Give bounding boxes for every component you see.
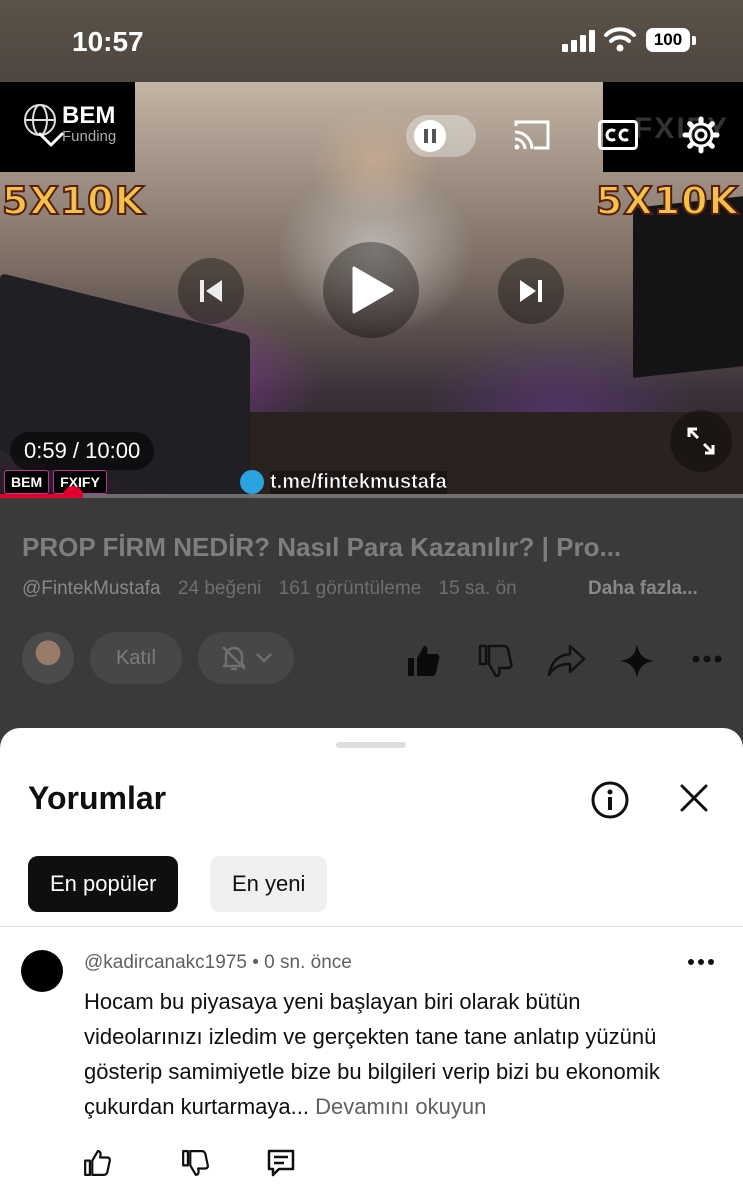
cast-button[interactable] bbox=[512, 118, 552, 152]
sponsor-name: BEM bbox=[62, 102, 116, 129]
cellular-signal-icon bbox=[562, 30, 595, 52]
telegram-overlay: t.me/fintekmustafa bbox=[240, 470, 447, 494]
sponsor-subtitle: Funding bbox=[62, 128, 117, 145]
minimize-chevron-button[interactable] bbox=[38, 132, 64, 148]
play-icon bbox=[352, 266, 394, 314]
fullscreen-button[interactable] bbox=[670, 410, 732, 472]
next-video-button[interactable] bbox=[498, 258, 564, 324]
promo-text-left: 5X10K bbox=[1, 178, 146, 224]
divider bbox=[0, 926, 743, 927]
comments-info-button[interactable] bbox=[590, 780, 630, 825]
gear-icon bbox=[682, 116, 720, 154]
info-icon bbox=[591, 781, 629, 819]
previous-video-button[interactable] bbox=[178, 258, 244, 324]
autoplay-toggle[interactable] bbox=[406, 115, 476, 157]
dislike-icon[interactable] bbox=[476, 642, 514, 680]
closed-captions-icon bbox=[598, 120, 638, 150]
time-display: 0:59 / 10:00 bbox=[10, 432, 155, 470]
background-monitor bbox=[633, 196, 743, 378]
promo-text-right: 5X10K bbox=[595, 178, 739, 224]
comment-avatar[interactable] bbox=[21, 950, 63, 992]
comment-more-icon[interactable] bbox=[688, 958, 714, 966]
play-button[interactable] bbox=[323, 242, 419, 338]
comment-meta: @kadircanakc1975 • 0 sn. önce bbox=[84, 952, 352, 974]
chevron-down-icon bbox=[256, 653, 272, 663]
telegram-icon bbox=[240, 470, 264, 494]
overlay-logo-bem: BEM bbox=[4, 470, 50, 494]
fullscreen-icon bbox=[687, 427, 715, 455]
video-meta[interactable]: @FintekMustafa 24 beğeni 161 görüntüleme… bbox=[22, 578, 698, 600]
comment-time: • 0 sn. önce bbox=[252, 952, 352, 973]
comment-like-icon[interactable] bbox=[82, 1148, 112, 1178]
close-icon bbox=[680, 784, 708, 812]
comments-sheet: Yorumlar En popüler En yeni @kadircanakc… bbox=[0, 728, 743, 1200]
chevron-down-icon bbox=[38, 132, 64, 147]
captions-button[interactable] bbox=[598, 120, 638, 150]
battery-tip bbox=[692, 36, 696, 45]
skip-previous-icon bbox=[200, 280, 222, 302]
comment-text: Hocam bu piyasaya yeni başlayan biri ola… bbox=[84, 984, 704, 1124]
channel-handle[interactable]: @FintekMustafa bbox=[22, 578, 161, 599]
video-title[interactable]: PROP FİRM NEDİR? Nasıl Para Kazanılır? |… bbox=[22, 532, 722, 563]
battery-indicator: 100 bbox=[646, 28, 690, 52]
comment-author[interactable]: @kadircanakc1975 bbox=[84, 952, 247, 973]
read-more-link[interactable]: Devamını okuyun bbox=[315, 1094, 486, 1119]
pause-icon bbox=[414, 120, 446, 152]
more-options-icon[interactable] bbox=[692, 654, 722, 664]
sort-newest-chip[interactable]: En yeni bbox=[210, 856, 328, 912]
upload-age: 15 sa. ön bbox=[438, 578, 517, 599]
join-button[interactable]: Katıl bbox=[90, 632, 182, 684]
comment-dislike-icon[interactable] bbox=[180, 1148, 210, 1178]
sparkle-icon[interactable] bbox=[618, 642, 656, 680]
channel-avatar[interactable] bbox=[22, 632, 74, 684]
reply-icon[interactable] bbox=[266, 1148, 296, 1178]
bell-off-icon bbox=[222, 646, 246, 671]
wifi-icon bbox=[604, 27, 636, 52]
share-icon[interactable] bbox=[546, 642, 586, 680]
status-bar: 10:57 100 bbox=[0, 0, 743, 82]
video-player[interactable]: BEM Funding FXIFY 5X10K 5X10K 0:59 / 10:… bbox=[0, 82, 743, 498]
sort-popular-chip[interactable]: En popüler bbox=[28, 856, 179, 912]
telegram-link-text: t.me/fintekmustafa bbox=[270, 470, 447, 494]
like-icon[interactable] bbox=[404, 642, 442, 680]
more-info-link[interactable]: Daha fazla... bbox=[588, 578, 698, 600]
comments-title: Yorumlar bbox=[28, 780, 167, 816]
overlay-logos: BEM FXIFY bbox=[4, 470, 107, 494]
view-count: 161 görüntüleme bbox=[278, 578, 422, 599]
notifications-button[interactable] bbox=[198, 632, 294, 684]
settings-button[interactable] bbox=[682, 116, 720, 154]
video-info: PROP FİRM NEDİR? Nasıl Para Kazanılır? |… bbox=[0, 498, 743, 738]
progress-scrubber[interactable] bbox=[62, 486, 83, 498]
close-comments-button[interactable] bbox=[678, 782, 710, 819]
sponsor-logo-left: BEM Funding bbox=[0, 82, 135, 172]
skip-next-icon bbox=[520, 280, 542, 302]
like-count: 24 beğeni bbox=[177, 578, 262, 599]
drag-handle[interactable] bbox=[336, 742, 406, 748]
status-time: 10:57 bbox=[72, 26, 144, 57]
cast-icon bbox=[514, 120, 550, 150]
